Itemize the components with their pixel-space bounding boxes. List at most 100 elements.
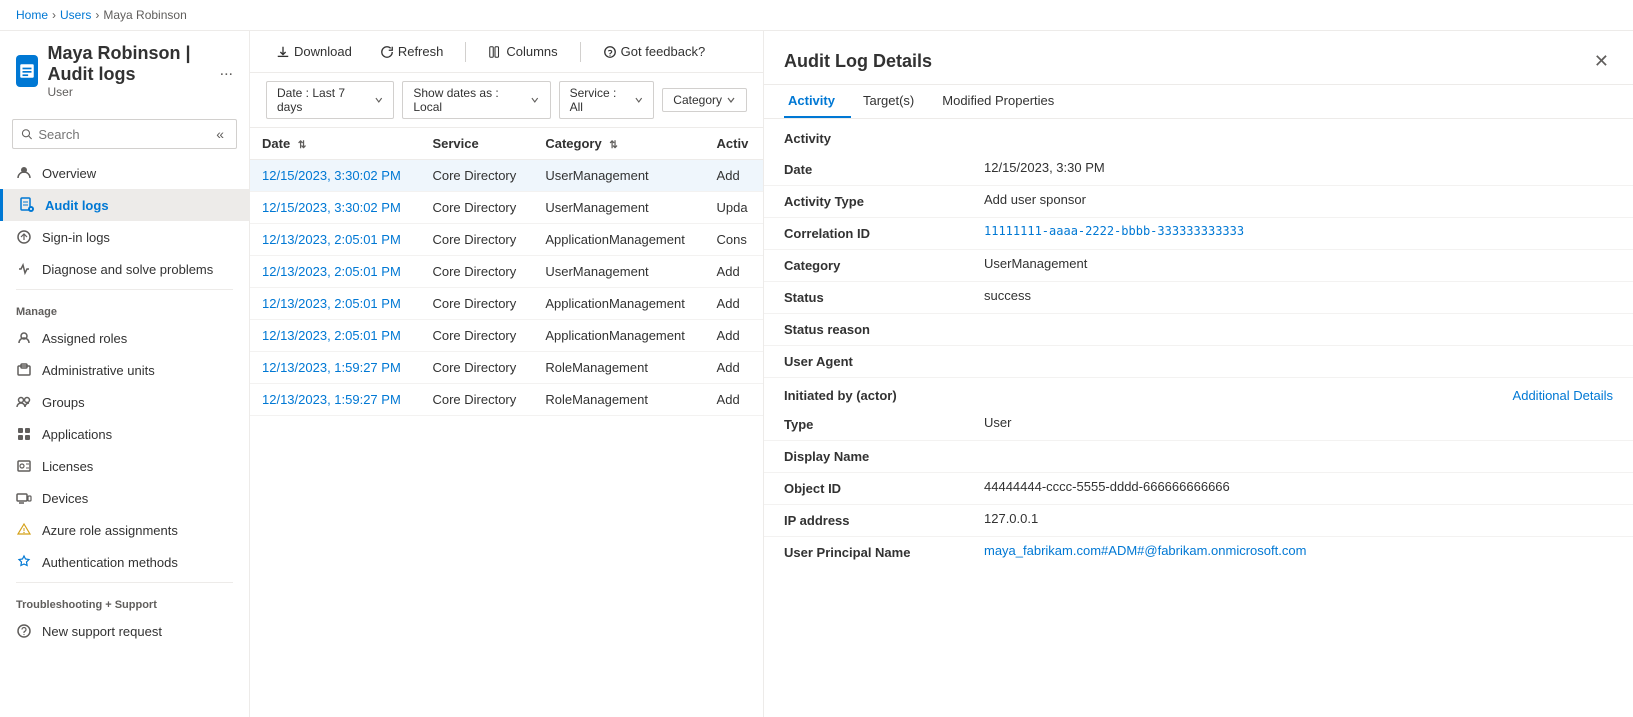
sort-icon-category: ⇅	[609, 140, 617, 151]
show-dates-filter-chip[interactable]: Show dates as : Local	[402, 81, 550, 119]
sidebar-item-label: Authentication methods	[42, 555, 178, 570]
detail-row-activity-type: Activity Type Add user sponsor	[764, 186, 1633, 218]
audit-icon	[19, 197, 35, 213]
detail-row-status: Status success	[764, 282, 1633, 314]
nav-divider	[16, 289, 233, 290]
sidebar-item-label: Applications	[42, 427, 112, 442]
collapse-sidebar-button[interactable]: «	[212, 124, 228, 144]
audit-log-table: Date ⇅ Service Category ⇅ Acti	[250, 128, 763, 717]
table-row[interactable]: 12/13/2023, 2:05:01 PMCore DirectoryAppl…	[250, 224, 763, 256]
table-row[interactable]: 12/13/2023, 1:59:27 PMCore DirectoryRole…	[250, 352, 763, 384]
sidebar-item-new-support[interactable]: New support request	[0, 615, 249, 647]
breadcrumb-users[interactable]: Users	[60, 8, 91, 22]
table-row[interactable]: 12/13/2023, 2:05:01 PMCore DirectoryUser…	[250, 256, 763, 288]
breadcrumb-home[interactable]: Home	[16, 8, 48, 22]
sidebar-item-label: New support request	[42, 624, 162, 639]
toolbar-separator	[465, 42, 466, 62]
toolbar-separator-2	[580, 42, 581, 62]
close-detail-panel-button[interactable]: ✕	[1590, 47, 1613, 76]
table-row[interactable]: 12/13/2023, 2:05:01 PMCore DirectoryAppl…	[250, 288, 763, 320]
apps-icon	[16, 426, 32, 442]
tab-activity[interactable]: Activity	[784, 85, 851, 118]
sidebar-item-admin-units[interactable]: Administrative units	[0, 354, 249, 386]
admin-icon	[16, 362, 32, 378]
detail-row-ip-address: IP address 127.0.0.1	[764, 505, 1633, 537]
col-header-date[interactable]: Date ⇅	[250, 128, 420, 160]
sidebar-item-label: Azure role assignments	[42, 523, 178, 538]
additional-details-link[interactable]: Additional Details	[1513, 388, 1613, 403]
col-header-category[interactable]: Category ⇅	[533, 128, 704, 160]
sidebar-item-auth-methods[interactable]: Authentication methods	[0, 546, 249, 578]
table-row[interactable]: 12/15/2023, 3:30:02 PMCore DirectoryUser…	[250, 192, 763, 224]
detail-row-user-agent: User Agent	[764, 346, 1633, 378]
detail-row-object-id: Object ID 44444444-cccc-5555-dddd-666666…	[764, 473, 1633, 505]
refresh-button[interactable]: Refresh	[370, 39, 454, 64]
search-input[interactable]	[38, 127, 206, 142]
activity-section-title: Activity	[764, 119, 1633, 154]
detail-row-actor-type: Type User	[764, 409, 1633, 441]
sidebar-item-devices[interactable]: Devices	[0, 482, 249, 514]
toolbar: Download Refresh Columns Got feedback?	[250, 31, 763, 73]
sidebar-item-sign-in-logs[interactable]: Sign-in logs	[0, 221, 249, 253]
feedback-button[interactable]: Got feedback?	[593, 39, 716, 64]
table-row[interactable]: 12/15/2023, 3:30:02 PMCore DirectoryUser…	[250, 160, 763, 192]
person-icon	[16, 165, 32, 181]
sidebar-header: Maya Robinson | Audit logs User ...	[0, 31, 249, 111]
diagnose-icon	[16, 261, 32, 277]
columns-icon	[488, 45, 502, 59]
chevron-down-icon-2	[530, 95, 540, 105]
sidebar-item-diagnose[interactable]: Diagnose and solve problems	[0, 253, 249, 285]
detail-panel-header: Audit Log Details ✕	[764, 31, 1633, 85]
detail-row-display-name: Display Name	[764, 441, 1633, 473]
service-filter-chip[interactable]: Service : All	[559, 81, 655, 119]
search-input-wrap[interactable]: «	[12, 119, 237, 149]
page-subtitle: User	[48, 85, 206, 99]
col-header-service[interactable]: Service	[420, 128, 533, 160]
signin-icon	[16, 229, 32, 245]
sidebar: Maya Robinson | Audit logs User ... «	[0, 31, 250, 717]
table-row[interactable]: 12/13/2023, 2:05:01 PMCore DirectoryAppl…	[250, 320, 763, 352]
sidebar-item-label: Diagnose and solve problems	[42, 262, 213, 277]
auth-icon	[16, 554, 32, 570]
chevron-down-icon-3	[634, 95, 644, 105]
manage-section-label: Manage	[0, 294, 249, 322]
sidebar-item-overview[interactable]: Overview	[0, 157, 249, 189]
page-title: Maya Robinson | Audit logs	[48, 43, 206, 85]
sidebar-item-label: Sign-in logs	[42, 230, 110, 245]
category-filter-chip[interactable]: Category	[662, 88, 747, 112]
sidebar-item-label: Assigned roles	[42, 331, 127, 346]
sidebar-item-label: Licenses	[42, 459, 93, 474]
detail-tabs: Activity Target(s) Modified Properties	[764, 85, 1633, 119]
sidebar-item-label: Devices	[42, 491, 88, 506]
sidebar-item-applications[interactable]: Applications	[0, 418, 249, 450]
upn-link[interactable]: maya_fabrikam.com#ADM#@fabrikam.onmicros…	[984, 543, 1613, 558]
search-icon	[21, 127, 32, 141]
sidebar-item-assigned-roles[interactable]: Assigned roles	[0, 322, 249, 354]
tab-modified-properties[interactable]: Modified Properties	[938, 85, 1070, 118]
sidebar-item-azure-role[interactable]: Azure role assignments	[0, 514, 249, 546]
more-options-button[interactable]: ...	[220, 62, 233, 80]
devices-icon	[16, 490, 32, 506]
columns-button[interactable]: Columns	[478, 39, 567, 64]
roles-icon	[16, 330, 32, 346]
content-area: Download Refresh Columns Got feedback?	[250, 31, 763, 717]
col-header-activity[interactable]: Activ	[705, 128, 763, 160]
actor-section-header: Initiated by (actor) Additional Details	[764, 378, 1633, 409]
sidebar-nav: Overview Audit logs Sign-in logs	[0, 157, 249, 717]
nav-divider-2	[16, 582, 233, 583]
sidebar-item-groups[interactable]: Groups	[0, 386, 249, 418]
sidebar-item-licenses[interactable]: Licenses	[0, 450, 249, 482]
tab-targets[interactable]: Target(s)	[859, 85, 930, 118]
date-filter-chip[interactable]: Date : Last 7 days	[266, 81, 394, 119]
download-button[interactable]: Download	[266, 39, 362, 64]
sidebar-item-audit-logs[interactable]: Audit logs	[0, 189, 249, 221]
table-row[interactable]: 12/13/2023, 1:59:27 PMCore DirectoryRole…	[250, 384, 763, 416]
sidebar-item-label: Administrative units	[42, 363, 155, 378]
troubleshooting-section-label: Troubleshooting + Support	[0, 587, 249, 615]
support-icon	[16, 623, 32, 639]
detail-body: Activity Date 12/15/2023, 3:30 PM Activi…	[764, 119, 1633, 717]
detail-row-category: Category UserManagement	[764, 250, 1633, 282]
detail-row-correlation-id: Correlation ID 11111111-aaaa-2222-bbbb-3…	[764, 218, 1633, 250]
chevron-down-icon-4	[726, 95, 736, 105]
groups-icon	[16, 394, 32, 410]
